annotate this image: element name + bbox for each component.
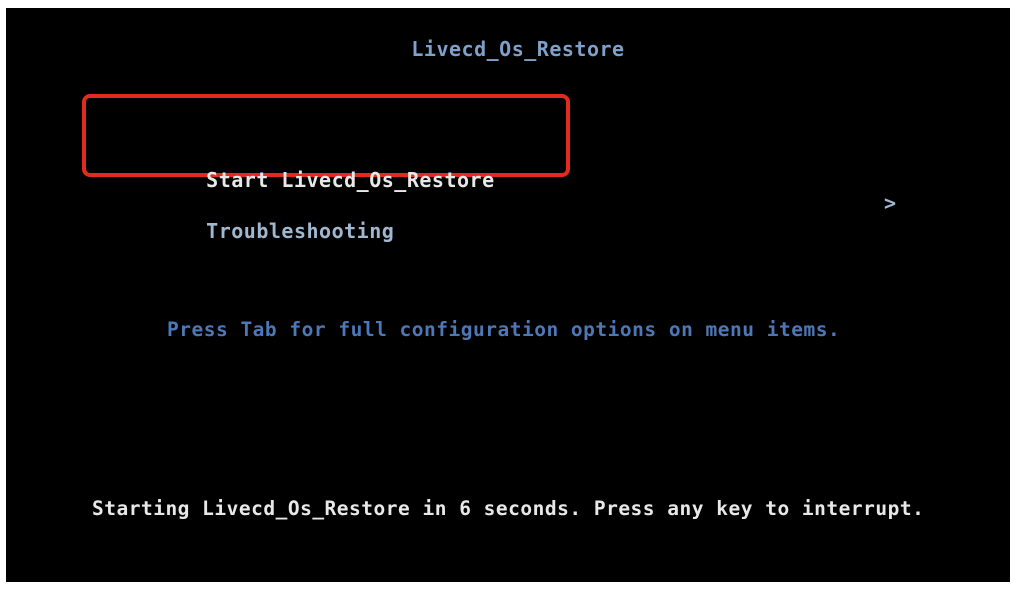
menu-item-troubleshooting-label: Troubleshooting [206, 219, 395, 243]
tab-hint-text: Press Tab for full configuration options… [167, 318, 841, 341]
menu-item-start[interactable]: Start Livecd_Os_Restore [156, 138, 916, 192]
boot-menu-title: Livecd_Os_Restore [411, 37, 625, 61]
chevron-right-icon: > [884, 191, 897, 215]
boot-menu-screen: Livecd_Os_Restore Start Livecd_Os_Restor… [6, 8, 1010, 582]
menu-item-troubleshooting[interactable]: Troubleshooting > [156, 189, 916, 243]
autoboot-countdown-text: Starting Livecd_Os_Restore in 6 seconds.… [92, 497, 925, 520]
